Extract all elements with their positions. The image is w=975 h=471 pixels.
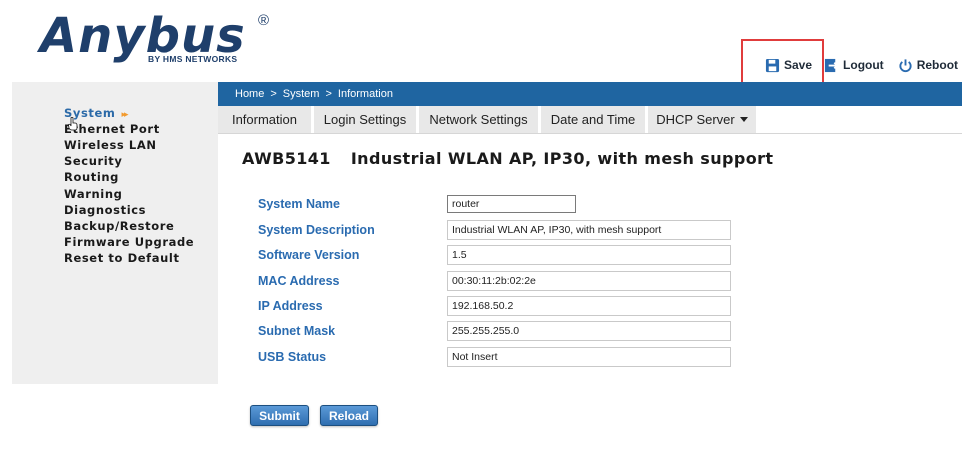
top-actions: Save Logout Reboot [765, 55, 958, 75]
system-description-field [447, 220, 731, 240]
system-description-label: System Description [258, 223, 375, 237]
ip-address-field [447, 296, 731, 316]
sidebar-item-diagnostics[interactable]: Diagnostics [64, 203, 146, 217]
sidebar-item-routing[interactable]: Routing [64, 170, 119, 184]
power-icon [898, 58, 913, 73]
logout-label: Logout [843, 58, 884, 72]
reboot-label: Reboot [916, 58, 959, 72]
tab-login-settings[interactable]: Login Settings [314, 106, 416, 133]
tab-label: Information [231, 112, 298, 127]
tab-label: DHCP Server [656, 112, 735, 127]
sidebar-item-security[interactable]: Security [64, 154, 123, 168]
software-version-field [447, 245, 731, 265]
anybus-logo: Anybus ® BY HMS NETWORKS [40, 12, 280, 68]
sidebar-item-firmware-upgrade[interactable]: Firmware Upgrade [64, 235, 194, 249]
subnet-mask-field [447, 321, 731, 341]
device-model: AWB5141 [242, 149, 331, 168]
sidebar-item-backup-restore[interactable]: Backup/Restore [64, 219, 174, 233]
tab-label: Login Settings [323, 112, 407, 127]
device-description: Industrial WLAN AP, IP30, with mesh supp… [350, 149, 774, 168]
logo-subtitle: BY HMS NETWORKS [148, 54, 238, 64]
mac-address-label: MAC Address [258, 274, 340, 288]
page-title: AWB5141 Industrial WLAN AP, IP30, with m… [242, 149, 773, 168]
usb-status-field [447, 347, 731, 367]
tab-label: Network Settings [429, 112, 528, 127]
system-name-label: System Name [258, 197, 340, 211]
sidebar-item-ethernet-port[interactable]: Ethernet Port [64, 122, 160, 136]
usb-status-label: USB Status [258, 350, 327, 364]
breadcrumb-separator: > [270, 88, 277, 100]
logout-icon [824, 58, 839, 73]
breadcrumb-separator: > [325, 88, 332, 100]
logo-wordmark: Anybus [40, 8, 246, 64]
mac-address-field [447, 271, 731, 291]
system-name-input[interactable] [447, 195, 576, 213]
logo-registered-mark: ® [258, 12, 270, 29]
breadcrumb-system[interactable]: System [283, 88, 320, 100]
caret-down-icon [739, 117, 748, 122]
tab-label: Date and Time [550, 112, 636, 127]
tab-bar: Information Login Settings Network Setti… [218, 106, 962, 134]
submit-button[interactable]: Submit [250, 405, 309, 426]
breadcrumb-home[interactable]: Home [235, 88, 264, 100]
breadcrumb-information: Information [337, 88, 393, 100]
subnet-mask-label: Subnet Mask [258, 324, 336, 338]
software-version-label: Software Version [258, 248, 360, 262]
reboot-button[interactable]: Reboot [898, 58, 958, 73]
save-button[interactable]: Save [765, 58, 812, 73]
ip-address-label: IP Address [258, 299, 323, 313]
sidebar-item-reset-to-default[interactable]: Reset to Default [64, 251, 180, 265]
tab-date-and-time[interactable]: Date and Time [541, 106, 645, 133]
logout-button[interactable]: Logout [824, 58, 884, 73]
breadcrumb: Home > System > Information [218, 82, 962, 106]
sidebar: System ▸▸ Ethernet Port Wireless LAN Secu… [12, 82, 218, 384]
tab-dhcp-server[interactable]: DHCP Server [648, 106, 756, 133]
sidebar-item-warning[interactable]: Warning [64, 187, 122, 201]
sidebar-item-wireless-lan[interactable]: Wireless LAN [64, 138, 157, 152]
tab-information[interactable]: Information [218, 106, 311, 133]
tab-network-settings[interactable]: Network Settings [419, 106, 538, 133]
floppy-disk-icon [765, 58, 780, 73]
active-arrow-icon: ▸▸ [121, 110, 129, 120]
hand-cursor-icon [68, 116, 78, 136]
save-label: Save [784, 58, 813, 72]
reload-button[interactable]: Reload [320, 405, 378, 426]
